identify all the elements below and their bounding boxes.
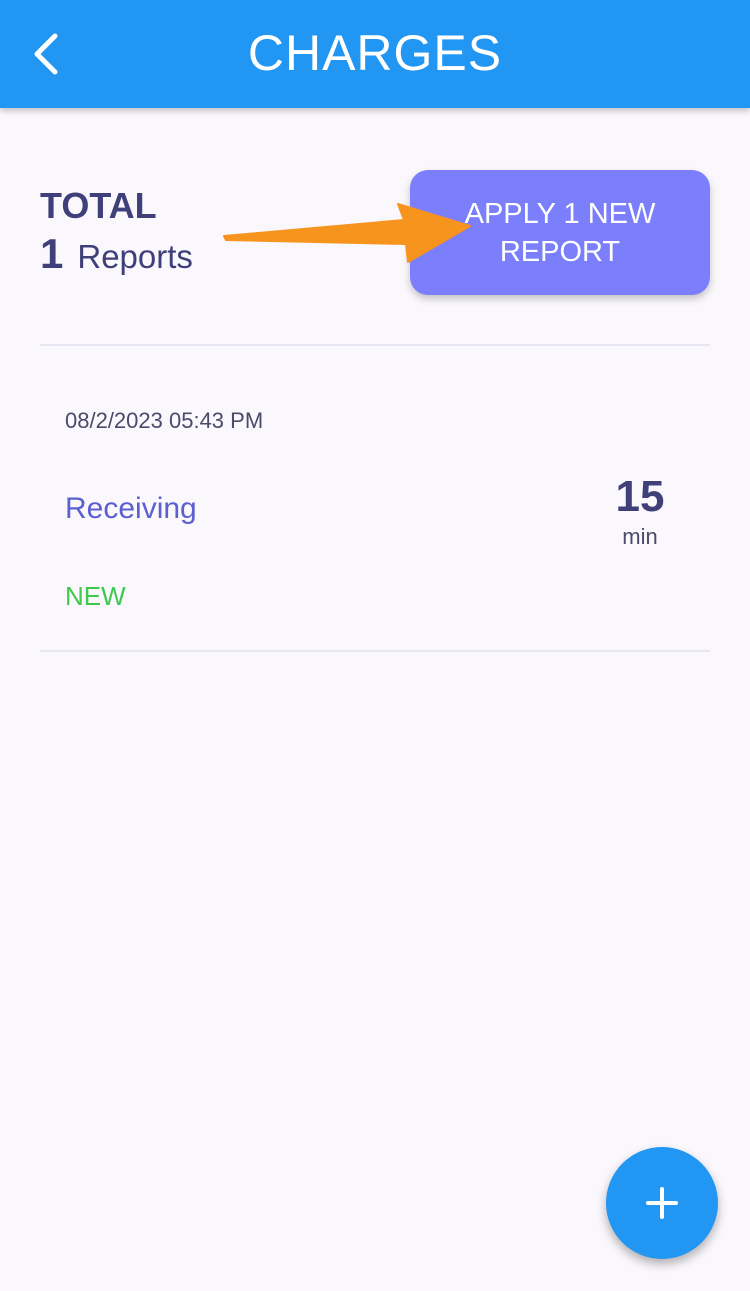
annotation-arrow-icon [223, 203, 471, 263]
plus-icon [646, 1187, 678, 1219]
total-label: TOTAL [40, 185, 157, 226]
report-list-item[interactable]: 08/2/2023 05:43 PM Receiving NEW 15 min [40, 348, 710, 650]
divider [40, 650, 710, 652]
duration-unit: min [622, 524, 658, 549]
charges-screen: CHARGES TOTAL 1 Reports APPLY 1 NEW REPO… [0, 0, 750, 1291]
page-title: CHARGES [247, 25, 503, 81]
total-line: 1 Reports [40, 230, 193, 278]
add-report-button[interactable] [606, 1147, 718, 1259]
divider [40, 344, 710, 346]
report-duration: 15 min [595, 472, 685, 552]
report-date: 08/2/2023 05:43 PM [65, 408, 264, 433]
reports-summary: TOTAL 1 Reports [40, 184, 193, 278]
status-badge: NEW [65, 581, 126, 611]
total-count: 1 [40, 230, 64, 277]
total-unit: Reports [77, 238, 193, 275]
report-type: Receiving [65, 492, 197, 525]
duration-value: 15 [615, 472, 665, 521]
app-header: CHARGES [0, 0, 750, 108]
